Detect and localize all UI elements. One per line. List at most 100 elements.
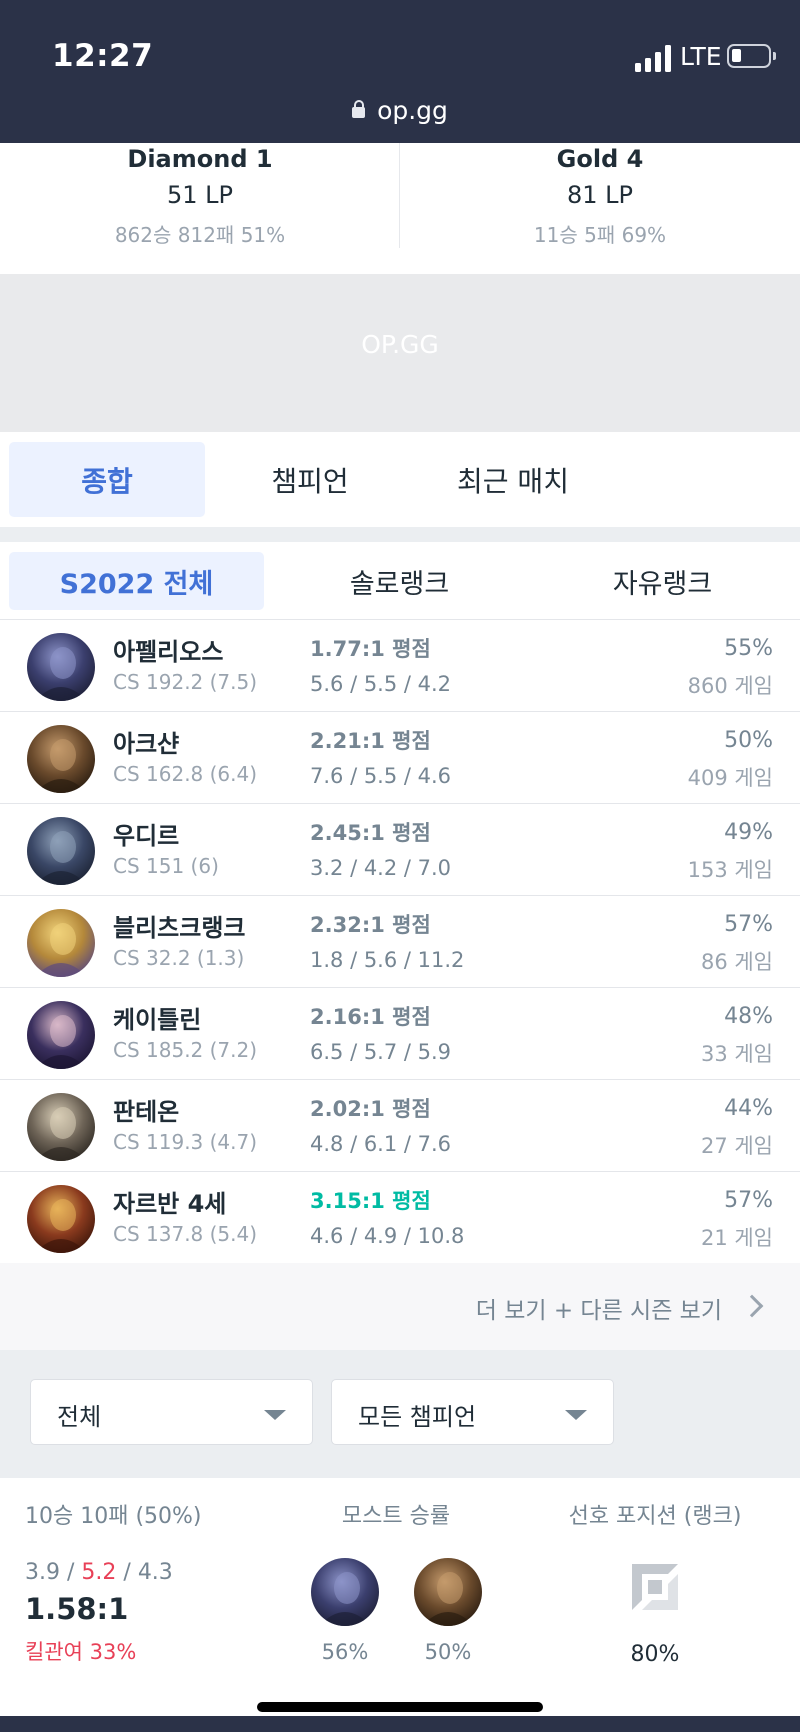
champion-kda-ratio: 2.21:1 평점 [310, 729, 431, 753]
signal-icon [635, 44, 673, 72]
more-label: 더 보기 + 다른 시즌 보기 [475, 1298, 722, 1324]
champion-winrate: 49% [724, 820, 773, 845]
season-filters: S2022 전체 솔로랭크 자유랭크 [0, 542, 800, 620]
rank-lp: 51 LP [166, 181, 233, 209]
champion-winrate: 57% [724, 912, 773, 937]
champion-avatar [27, 909, 95, 977]
champion-kda: 7.6 / 5.5 / 4.6 [310, 764, 452, 788]
champion-games: 153 게임 [687, 858, 773, 882]
rank-lp: 81 LP [566, 181, 633, 209]
filter-season-all[interactable]: S2022 전체 [9, 552, 264, 610]
champion-kda-ratio: 1.77:1 평점 [310, 637, 431, 661]
summary-record: 10승 10패 (50%) [25, 1504, 202, 1529]
filter-flex-rank[interactable]: 자유랭크 [535, 552, 790, 610]
champion-select-value: 모든 챔피언 [358, 1403, 477, 1431]
most-champion-winrate: 50% [424, 1640, 472, 1664]
champion-kda-ratio: 2.32:1 평점 [310, 913, 431, 937]
battery-icon [727, 44, 776, 68]
recent-summary: 10승 10패 (50%) 모스트 승률 선호 포지션 (랭크) 3.9 / 5… [0, 1478, 800, 1732]
tab-overview[interactable]: 종합 [9, 442, 205, 517]
ad-label: OP.GG [361, 330, 439, 359]
match-filters: 전체 모든 챔피언 [0, 1350, 800, 1478]
champion-name: 자르반 4세 [113, 1190, 227, 1218]
champion-games: 409 게임 [687, 766, 773, 790]
position-title: 선호 포지션 (랭크) [568, 1504, 742, 1529]
champion-kda-ratio: 2.02:1 평점 [310, 1097, 431, 1121]
lock-icon [352, 100, 366, 118]
champion-avatar [27, 633, 95, 701]
position-icon [632, 1564, 678, 1610]
bottom-bar [0, 1716, 800, 1732]
champion-kda: 6.5 / 5.7 / 5.9 [310, 1040, 452, 1064]
champion-games: 33 게임 [700, 1042, 773, 1066]
rank-record: 11승 5패 69% [533, 223, 667, 247]
chevron-down-icon [565, 1410, 587, 1420]
rank-tier: Gold 4 [556, 145, 644, 173]
champion-row[interactable]: 케이틀린 CS 185.2 (7.2) 2.16:1 평점 6.5 / 5.7 / 5… [0, 988, 800, 1080]
champion-name: 아크샨 [113, 730, 180, 758]
champion-avatar [27, 725, 95, 793]
status-bar: 12:27 LTE op.gg [0, 0, 800, 143]
champion-row[interactable]: 블리츠크랭크 CS 32.2 (1.3) 2.32:1 평점 1.8 / 5.6 / … [0, 896, 800, 988]
filter-solo-rank[interactable]: 솔로랭크 [272, 552, 527, 610]
champion-cs: CS 119.3 (4.7) [113, 1130, 258, 1154]
champion-avatar [27, 1185, 95, 1253]
network-label: LTE [680, 42, 722, 71]
champion-name: 판테온 [113, 1098, 180, 1126]
champion-row[interactable]: 아크샨 CS 162.8 (6.4) 2.21:1 평점 7.6 / 5.5 / 4.… [0, 712, 800, 804]
champion-kda: 1.8 / 5.6 / 11.2 [310, 948, 465, 972]
champion-cs: CS 137.8 (5.4) [113, 1222, 258, 1246]
more-seasons-link[interactable]: 더 보기 + 다른 시즌 보기 [0, 1263, 800, 1350]
champion-avatar [27, 1001, 95, 1069]
champion-cs: CS 151 (6) [113, 854, 219, 878]
champion-select[interactable]: 모든 챔피언 [331, 1379, 614, 1445]
most-champion-avatar[interactable] [414, 1558, 482, 1626]
champion-winrate: 48% [724, 1004, 773, 1029]
champion-games: 27 게임 [700, 1134, 773, 1158]
champion-row[interactable]: 우디르 CS 151 (6) 2.45:1 평점 3.2 / 4.2 / 7.0 49%… [0, 804, 800, 896]
flex-rank: Gold 4 81 LP 11승 5패 69% [400, 143, 800, 248]
champion-winrate: 57% [724, 1188, 773, 1213]
champion-cs: CS 32.2 (1.3) [113, 946, 245, 970]
champion-kda: 5.6 / 5.5 / 4.2 [310, 672, 452, 696]
most-champion-winrate: 56% [321, 1640, 369, 1664]
champion-kda: 3.2 / 4.2 / 7.0 [310, 856, 452, 880]
most-champion-avatar[interactable] [311, 1558, 379, 1626]
champion-games: 860 게임 [687, 674, 773, 698]
tab-recent-matches[interactable]: 최근 매치 [415, 442, 611, 517]
champion-cs: CS 185.2 (7.2) [113, 1038, 258, 1062]
champion-kda-ratio: 2.45:1 평점 [310, 821, 431, 845]
summary-kda-ratio: 1.58:1 [25, 1592, 129, 1626]
rank-record: 862승 812패 51% [114, 223, 286, 247]
summary-kda: 3.9 / 5.2 / 4.3 [25, 1560, 173, 1585]
rank-summary: Diamond 1 51 LP 862승 812패 51% Gold 4 81 … [0, 143, 800, 274]
avg-kills: 3.9 [25, 1560, 60, 1585]
kill-participation: 킬관여 33% [25, 1640, 137, 1664]
clock: 12:27 [52, 38, 154, 74]
most-winrate-title: 모스트 승률 [341, 1504, 451, 1529]
avg-assists: 4.3 [137, 1560, 173, 1585]
chevron-right-icon [740, 1294, 764, 1318]
champion-name: 아펠리오스 [113, 638, 224, 666]
champion-list: 아펠리오스 CS 192.2 (7.5) 1.77:1 평점 5.6 / 5.5 / … [0, 620, 800, 1264]
champion-cs: CS 192.2 (7.5) [113, 670, 258, 694]
champion-row[interactable]: 자르반 4세 CS 137.8 (5.4) 3.15:1 평점 4.6 / 4.9 /… [0, 1172, 800, 1264]
champion-name: 우디르 [113, 822, 180, 850]
champion-kda-ratio: 2.16:1 평점 [310, 1005, 431, 1029]
home-indicator[interactable] [257, 1702, 543, 1712]
champion-kda: 4.8 / 6.1 / 7.6 [310, 1132, 452, 1156]
champion-games: 21 게임 [700, 1226, 773, 1250]
champion-row[interactable]: 판테온 CS 119.3 (4.7) 2.02:1 평점 4.8 / 6.1 / 7.… [0, 1080, 800, 1172]
champion-row[interactable]: 아펠리오스 CS 192.2 (7.5) 1.77:1 평점 5.6 / 5.5 / … [0, 620, 800, 712]
chevron-down-icon [264, 1410, 286, 1420]
solo-rank: Diamond 1 51 LP 862승 812패 51% [0, 143, 400, 248]
ad-banner[interactable]: OP.GG [0, 274, 800, 432]
champion-winrate: 44% [724, 1096, 773, 1121]
champion-name: 케이틀린 [113, 1006, 202, 1034]
queue-select[interactable]: 전체 [30, 1379, 313, 1445]
champion-winrate: 55% [724, 636, 773, 661]
tab-champions[interactable]: 챔피언 [212, 442, 408, 517]
champion-kda-ratio: 3.15:1 평점 [310, 1189, 431, 1213]
address-bar[interactable]: op.gg [0, 96, 800, 125]
avg-deaths: 5.2 [81, 1560, 117, 1585]
